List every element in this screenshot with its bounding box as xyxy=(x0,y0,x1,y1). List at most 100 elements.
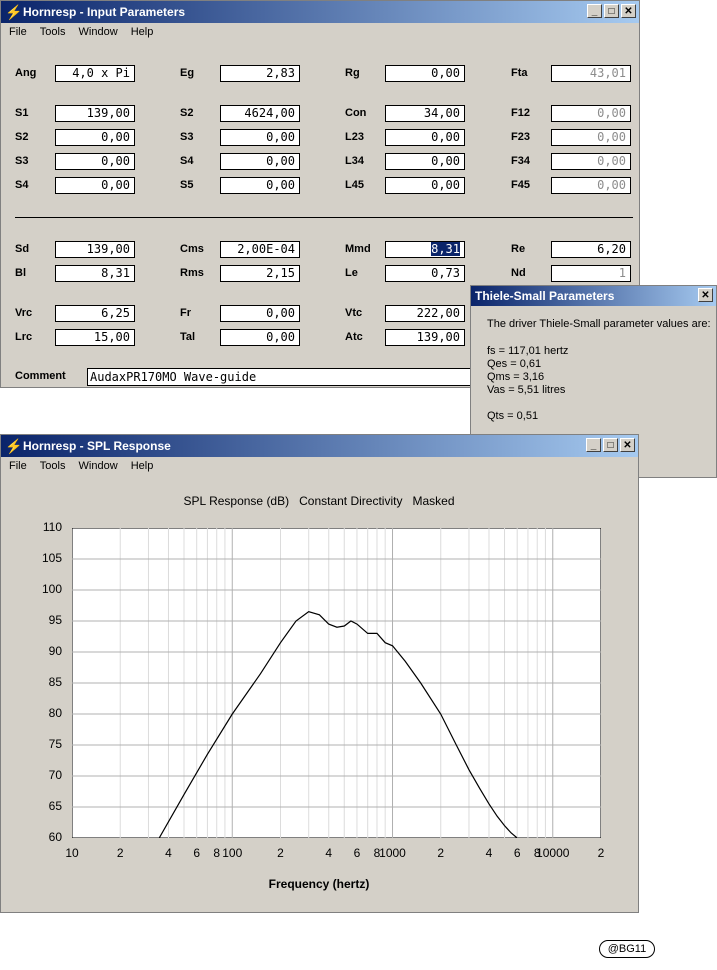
param-field-atc[interactable]: 139,00 xyxy=(385,329,465,346)
param-value-f34: 0,00 xyxy=(597,154,626,168)
maximize-button[interactable]: □ xyxy=(604,4,619,18)
input-window-titlebar[interactable]: ⚡ Hornresp - Input Parameters _ □ ✕ xyxy=(1,1,639,23)
param-label-s5: S5 xyxy=(180,179,194,191)
param-field-sd[interactable]: 139,00 xyxy=(55,241,135,258)
param-field-fr[interactable]: 0,00 xyxy=(220,305,300,322)
param-field-vtc[interactable]: 222,00 xyxy=(385,305,465,322)
input-menubar: File Tools Window Help xyxy=(1,23,639,41)
param-field-f34[interactable]: 0,00 xyxy=(551,153,631,170)
param-field-nd[interactable]: 1 xyxy=(551,265,631,282)
y-tick-label: 95 xyxy=(48,613,62,627)
param-value-s3: 0,00 xyxy=(266,130,295,144)
param-value-f12: 0,00 xyxy=(597,106,626,120)
x-tick-label: 2 xyxy=(277,846,284,860)
comment-field[interactable]: AudaxPR170MO Wave-guide xyxy=(87,368,477,386)
param-field-s3[interactable]: 0,00 xyxy=(55,153,135,170)
param-field-eg[interactable]: 2,83 xyxy=(220,65,300,82)
param-field-s2[interactable]: 0,00 xyxy=(55,129,135,146)
y-tick-label: 80 xyxy=(48,706,62,720)
param-value-re: 6,20 xyxy=(597,242,626,256)
param-field-tal[interactable]: 0,00 xyxy=(220,329,300,346)
ts-close-button[interactable]: ✕ xyxy=(698,288,713,302)
param-label-s2: S2 xyxy=(180,107,194,119)
param-value-f45: 0,00 xyxy=(597,178,626,192)
x-tick-label: 10 xyxy=(65,846,79,860)
param-label-re: Re xyxy=(511,243,526,255)
param-label-s4: S4 xyxy=(15,179,29,191)
ts-fs: fs = 117,01 hertz xyxy=(487,345,569,357)
spl-menu-tools[interactable]: Tools xyxy=(40,460,66,472)
param-value-s4: 0,00 xyxy=(101,178,130,192)
param-label-fr: Fr xyxy=(180,307,191,319)
input-window-title: Hornresp - Input Parameters xyxy=(23,5,186,19)
param-value-l23: 0,00 xyxy=(431,130,460,144)
param-field-bl[interactable]: 8,31 xyxy=(55,265,135,282)
param-label-nd: Nd xyxy=(511,267,526,279)
y-tick-label: 65 xyxy=(48,799,62,813)
param-field-le[interactable]: 0,73 xyxy=(385,265,465,282)
menu-window[interactable]: Window xyxy=(79,26,118,38)
param-field-rms[interactable]: 2,15 xyxy=(220,265,300,282)
menu-help[interactable]: Help xyxy=(131,26,154,38)
ts-vas: Vas = 5,51 litres xyxy=(487,384,566,396)
ts-window-titlebar[interactable]: Thiele-Small Parameters ✕ xyxy=(471,286,716,306)
param-value-s3: 0,00 xyxy=(101,154,130,168)
minimize-button[interactable]: _ xyxy=(587,4,602,18)
param-field-con[interactable]: 34,00 xyxy=(385,105,465,122)
param-field-l23[interactable]: 0,00 xyxy=(385,129,465,146)
menu-tools[interactable]: Tools xyxy=(40,26,66,38)
ts-qms: Qms = 3,16 xyxy=(487,371,545,383)
param-label-vtc: Vtc xyxy=(345,307,363,319)
param-value-s2: 4624,00 xyxy=(244,106,295,120)
spl-menu-help[interactable]: Help xyxy=(131,460,154,472)
param-field-s4[interactable]: 0,00 xyxy=(220,153,300,170)
ts-intro: The driver Thiele-Small parameter values… xyxy=(487,318,711,330)
ts-qes: Qes = 0,61 xyxy=(487,358,542,370)
param-field-f12[interactable]: 0,00 xyxy=(551,105,631,122)
param-field-s2[interactable]: 4624,00 xyxy=(220,105,300,122)
x-tick-label: 1000 xyxy=(379,846,406,860)
param-value-s2: 0,00 xyxy=(101,130,130,144)
param-field-cms[interactable]: 2,00E-04 xyxy=(220,241,300,258)
param-field-s1[interactable]: 139,00 xyxy=(55,105,135,122)
param-field-l45[interactable]: 0,00 xyxy=(385,177,465,194)
y-tick-label: 100 xyxy=(41,582,62,596)
spl-window-title: Hornresp - SPL Response xyxy=(23,439,171,453)
param-value-lrc: 15,00 xyxy=(93,330,130,344)
param-value-vrc: 6,25 xyxy=(101,306,130,320)
param-value-mmd: 8,31 xyxy=(431,242,460,256)
param-label-con: Con xyxy=(345,107,367,119)
param-label-tal: Tal xyxy=(180,331,196,343)
param-label-f23: F23 xyxy=(511,131,530,143)
hornresp-lightning-icon: ⚡ xyxy=(5,4,23,20)
param-field-rg[interactable]: 0,00 xyxy=(385,65,465,82)
spl-minimize-button[interactable]: _ xyxy=(586,438,601,452)
param-field-fta[interactable]: 43,01 xyxy=(551,65,631,82)
param-field-mmd[interactable]: 8,31 xyxy=(385,241,465,258)
spl-window-titlebar[interactable]: ⚡ Hornresp - SPL Response _ □ ✕ xyxy=(1,435,638,457)
param-field-l34[interactable]: 0,00 xyxy=(385,153,465,170)
spl-menu-file[interactable]: File xyxy=(9,460,27,472)
spl-close-button[interactable]: ✕ xyxy=(620,438,635,452)
x-tick-label: 100 xyxy=(222,846,243,860)
x-tick-label: 2 xyxy=(437,846,445,860)
menu-file[interactable]: File xyxy=(9,26,27,38)
close-button[interactable]: ✕ xyxy=(621,4,636,18)
param-field-s5[interactable]: 0,00 xyxy=(220,177,300,194)
param-label-s2: S2 xyxy=(15,131,29,143)
param-field-f23[interactable]: 0,00 xyxy=(551,129,631,146)
param-field-s4[interactable]: 0,00 xyxy=(55,177,135,194)
spl-menu-window[interactable]: Window xyxy=(79,460,118,472)
param-value-rg: 0,00 xyxy=(431,66,460,80)
param-label-sd: Sd xyxy=(15,243,30,255)
param-field-ang[interactable]: 4,0 x Pi xyxy=(55,65,135,82)
spl-maximize-button[interactable]: □ xyxy=(603,438,618,452)
param-field-lrc[interactable]: 15,00 xyxy=(55,329,135,346)
param-field-re[interactable]: 6,20 xyxy=(551,241,631,258)
param-field-vrc[interactable]: 6,25 xyxy=(55,305,135,322)
comment-label: Comment xyxy=(15,370,66,382)
param-label-l23: L23 xyxy=(345,131,364,143)
param-field-s3[interactable]: 0,00 xyxy=(220,129,300,146)
param-label-bl: Bl xyxy=(15,267,26,279)
param-field-f45[interactable]: 0,00 xyxy=(551,177,631,194)
